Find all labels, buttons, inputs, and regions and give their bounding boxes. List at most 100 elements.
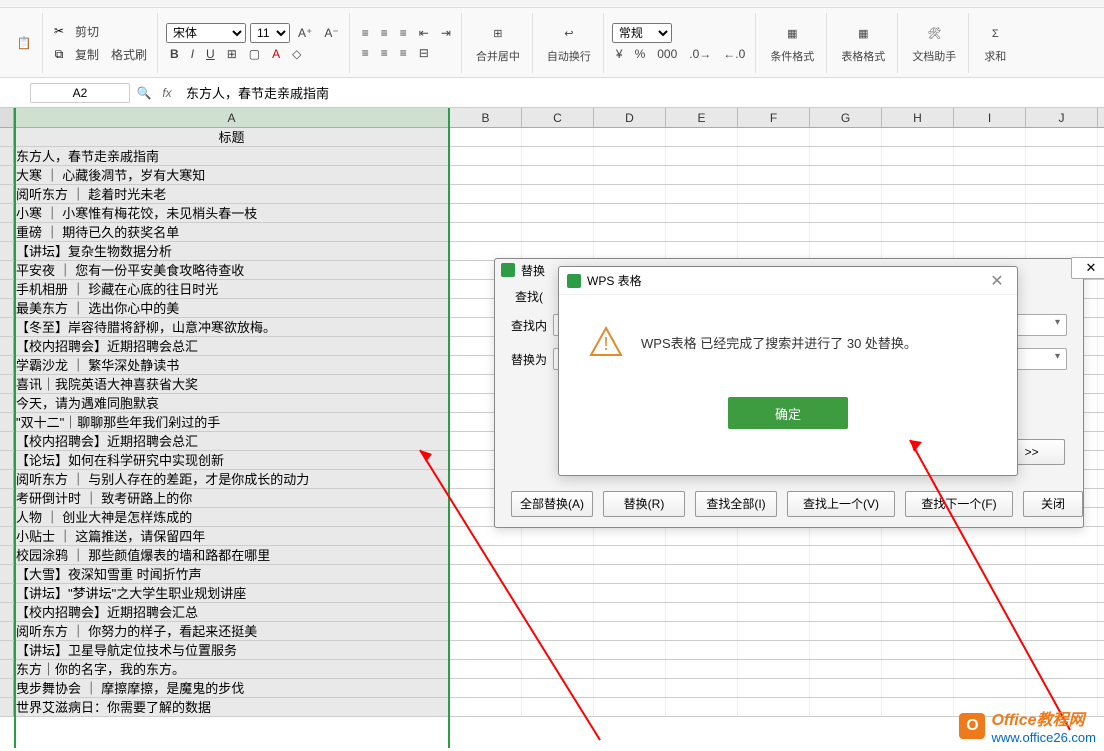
cell[interactable] [1026, 527, 1098, 545]
cell[interactable]: 阅听东方 ｜ 你努力的样子，看起来还挺美 [14, 622, 450, 640]
col-E-header[interactable]: E [666, 108, 738, 127]
find-prev-button[interactable]: 查找上一个(V) [787, 491, 895, 517]
cell[interactable] [594, 603, 666, 621]
cell[interactable] [1026, 565, 1098, 583]
cell[interactable]: 曳步舞协会 ｜ 摩擦摩擦，是魔鬼的步伐 [14, 679, 450, 697]
col-C-header[interactable]: C [522, 108, 594, 127]
number-format-select[interactable]: 常规 [612, 23, 672, 43]
find-next-button[interactable]: 查找下一个(F) [905, 491, 1013, 517]
cell[interactable] [666, 128, 738, 146]
align-middle-button[interactable]: ≡ [377, 24, 392, 42]
cell[interactable] [882, 584, 954, 602]
cell[interactable] [882, 204, 954, 222]
cell[interactable] [450, 204, 522, 222]
cell[interactable] [954, 204, 1026, 222]
cell[interactable] [954, 679, 1026, 697]
cell[interactable] [594, 584, 666, 602]
cell[interactable] [954, 546, 1026, 564]
cell[interactable] [594, 622, 666, 640]
cell[interactable] [882, 698, 954, 716]
cut-button[interactable]: 剪切 [71, 21, 103, 42]
close-button[interactable]: 关闭 [1023, 491, 1083, 517]
cell[interactable]: 考研倒计时 ｜ 致考研路上的你 [14, 489, 450, 507]
col-H-header[interactable]: H [882, 108, 954, 127]
cell[interactable] [882, 128, 954, 146]
cell[interactable] [666, 622, 738, 640]
copy-button[interactable]: 复制 [71, 44, 103, 65]
autosum-button[interactable]: Σ 求和 [977, 20, 1013, 66]
cell[interactable] [954, 223, 1026, 241]
cell[interactable] [1026, 185, 1098, 203]
cell[interactable]: 【校内招聘会】近期招聘会总汇 [14, 432, 450, 450]
cell[interactable] [450, 584, 522, 602]
row-header[interactable] [0, 622, 14, 640]
row-header[interactable] [0, 261, 14, 279]
wrap-text-button[interactable]: ↩ 自动换行 [541, 20, 597, 66]
cell[interactable] [666, 641, 738, 659]
border-button[interactable]: ⊞ [223, 45, 241, 63]
merge-split-button[interactable]: ⊟ [415, 44, 433, 62]
cell[interactable] [522, 660, 594, 678]
row-header[interactable] [0, 603, 14, 621]
cell[interactable]: 【讲坛】"梦讲坛"之大学生职业规划讲座 [14, 584, 450, 602]
cell[interactable] [738, 660, 810, 678]
replace-all-button[interactable]: 全部替换(A) [511, 491, 593, 517]
row-header[interactable] [0, 432, 14, 450]
cell[interactable] [810, 204, 882, 222]
row-header[interactable] [0, 299, 14, 317]
find-all-button[interactable]: 查找全部(I) [695, 491, 777, 517]
fx-icon[interactable]: fx [158, 86, 176, 100]
cell[interactable] [1026, 223, 1098, 241]
italic-button[interactable]: I [187, 45, 198, 63]
cell[interactable] [738, 546, 810, 564]
cell[interactable]: 今天，请为遇难同胞默哀 [14, 394, 450, 412]
cell[interactable] [522, 166, 594, 184]
cell[interactable] [594, 527, 666, 545]
dec-decimal-button[interactable]: ←.0 [719, 45, 749, 63]
row-header[interactable] [0, 223, 14, 241]
cell[interactable] [954, 185, 1026, 203]
cell[interactable]: 手机相册 ｜ 珍藏在心底的往日时光 [14, 280, 450, 298]
cell[interactable]: 【冬至】岸容待腊将舒柳，山意冲寒欲放梅。 [14, 318, 450, 336]
cell[interactable]: 平安夜 ｜ 您有一份平安美食攻略待查收 [14, 261, 450, 279]
cell[interactable] [450, 546, 522, 564]
increase-font-button[interactable]: A⁺ [294, 24, 316, 42]
cell[interactable] [666, 527, 738, 545]
cell[interactable]: "双十二"｜聊聊那些年我们剁过的手 [14, 413, 450, 431]
cell[interactable] [522, 603, 594, 621]
cell[interactable] [450, 565, 522, 583]
row-header[interactable] [0, 375, 14, 393]
cell[interactable] [1026, 603, 1098, 621]
cell[interactable] [450, 223, 522, 241]
cell[interactable]: 【论坛】如何在科学研究中实现创新 [14, 451, 450, 469]
cell[interactable] [522, 223, 594, 241]
conditional-format-button[interactable]: ▦ 条件格式 [764, 20, 820, 66]
cell[interactable] [522, 147, 594, 165]
cell[interactable]: 人物 ｜ 创业大神是怎样炼成的 [14, 508, 450, 526]
cell[interactable]: 大寒 ｜ 心藏後凋节，岁有大寒知 [14, 166, 450, 184]
table-style-button[interactable]: ▦ 表格格式 [835, 20, 891, 66]
name-box[interactable]: A2 [30, 83, 130, 103]
align-left-button[interactable]: ≡ [358, 44, 373, 62]
cell[interactable] [954, 527, 1026, 545]
cell[interactable] [738, 223, 810, 241]
cell[interactable]: 东方人，春节走亲戚指南 [14, 147, 450, 165]
cell[interactable] [810, 185, 882, 203]
cell[interactable] [450, 641, 522, 659]
cell[interactable] [666, 698, 738, 716]
cell[interactable] [1026, 147, 1098, 165]
col-G-header[interactable]: G [810, 108, 882, 127]
cell[interactable] [450, 185, 522, 203]
cell[interactable] [1026, 660, 1098, 678]
cell[interactable] [594, 641, 666, 659]
cell[interactable]: 阅听东方 ｜ 趁着时光未老 [14, 185, 450, 203]
cell[interactable] [810, 565, 882, 583]
cell[interactable]: 最美东方 ｜ 选出你心中的美 [14, 299, 450, 317]
formula-input[interactable] [182, 83, 1074, 102]
cell[interactable] [666, 166, 738, 184]
cell[interactable]: 【讲坛】卫星导航定位技术与位置服务 [14, 641, 450, 659]
cell[interactable] [1026, 166, 1098, 184]
cell[interactable] [954, 660, 1026, 678]
cell[interactable] [1026, 622, 1098, 640]
cell[interactable] [882, 660, 954, 678]
